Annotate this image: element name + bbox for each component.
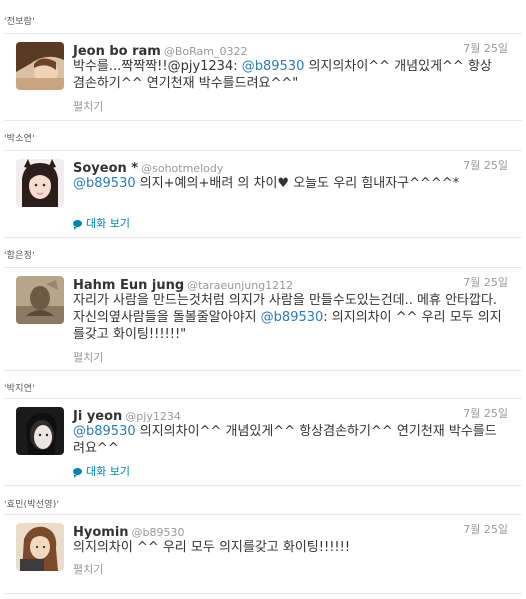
view-conversation-link[interactable]: 대화 보기	[73, 215, 130, 231]
profile-photo-icon	[16, 276, 64, 324]
avatar[interactable]	[16, 407, 64, 455]
tweet-text: @b89530 의지의차이^^ 개념있게^^ 항상겸손하기^^ 연기천재 박수를…	[73, 423, 503, 457]
expand-link[interactable]: 펼치기	[73, 98, 103, 114]
speech-bubble-icon	[73, 220, 82, 230]
avatar[interactable]	[16, 276, 64, 324]
tweet-card[interactable]: Hyomin @b89530 7월 25일 의지의차이 ^^ 우리 모두 의지를갖…	[4, 514, 522, 594]
profile-photo-icon	[16, 407, 64, 455]
mention-link[interactable]: @b89530	[73, 424, 136, 439]
tweet-date[interactable]: 7월 25일	[463, 157, 508, 173]
expand-link[interactable]: 펼치기	[73, 349, 103, 365]
profile-photo-icon	[16, 159, 64, 207]
tweet-date[interactable]: 7월 25일	[463, 40, 508, 56]
speech-bubble-icon	[73, 468, 82, 478]
avatar[interactable]	[16, 159, 64, 207]
mention-link[interactable]: @b89530	[242, 59, 305, 74]
view-conversation-link[interactable]: 대화 보기	[73, 463, 130, 479]
section-label-park-ji-yeon: '박지연'	[4, 384, 35, 394]
tweet-text: 박수를...짝짝짝!!@pjy1234: @b89530 의지의차이^^ 개념있…	[73, 58, 503, 92]
tweet-text-after: 의지의차이^^ 개념있게^^ 항상겸손하기^^ 연기천재 박수를드려요^^	[73, 424, 497, 456]
tweet-text-after: 의지+예의+배려 의 차이♥ 오늘도 우리 힘내자구^^^^*	[135, 176, 460, 191]
tweet-date[interactable]: 7월 25일	[463, 405, 508, 421]
profile-photo-icon	[16, 523, 64, 571]
tweet-card[interactable]: Soyeon * @sohotmelody 7월 25일 @b89530 의지+예…	[4, 150, 522, 238]
view-conversation-label: 대화 보기	[86, 217, 130, 230]
tweet-card[interactable]: Hahm Eun jung @taraeunjung1212 7월 25일 자리가…	[4, 267, 522, 371]
section-label-jeon-bo-ram: '전보람'	[4, 17, 35, 27]
tweet-date[interactable]: 7월 25일	[463, 521, 508, 537]
tweet-card[interactable]: Ji yeon @pjy1234 7월 25일 @b89530 의지의차이^^ 개…	[4, 398, 522, 486]
author-handle[interactable]: @sohotmelody	[141, 162, 223, 175]
avatar[interactable]	[16, 523, 64, 571]
mention-link[interactable]: @b89530	[261, 310, 324, 325]
author-name[interactable]: Ji yeon	[73, 409, 122, 424]
mention-link[interactable]: @b89530	[73, 176, 136, 191]
author-name[interactable]: Jeon bo ram	[73, 44, 161, 59]
author-name[interactable]: Soyeon *	[73, 161, 138, 176]
profile-photo-icon	[16, 42, 64, 90]
tweet-text: 자리가 사람을 만드는것처럼 의지가 사람을 만들수도있는건데.. 메휴 안타깝…	[73, 292, 503, 343]
section-label-park-so-yeon: '박소연'	[4, 134, 35, 144]
author-handle[interactable]: @taraeunjung1212	[187, 279, 293, 292]
tweet-text: @b89530 의지+예의+배려 의 차이♥ 오늘도 우리 힘내자구^^^^*	[73, 175, 503, 192]
author-handle[interactable]: @pjy1234	[125, 410, 181, 423]
author-handle[interactable]: @BoRam_0322	[164, 45, 248, 58]
tweet-text-before: 의지의차이 ^^ 우리 모두 의지를갖고 화이팅!!!!!!	[73, 540, 351, 555]
avatar[interactable]	[16, 42, 64, 90]
author-name[interactable]: Hyomin	[73, 525, 129, 540]
section-label-hyomin: '효민(박선영)'	[4, 500, 60, 510]
tweet-date[interactable]: 7월 25일	[463, 274, 508, 290]
tweet-card[interactable]: Jeon bo ram @BoRam_0322 7월 25일 박수를...짝짝짝!…	[4, 33, 522, 121]
view-conversation-label: 대화 보기	[86, 465, 130, 478]
tweet-text-before: 박수를...짝짝짝!!@pjy1234:	[73, 59, 242, 74]
section-label-hahm-eun-jung: '함은정'	[4, 251, 35, 261]
tweet-text: 의지의차이 ^^ 우리 모두 의지를갖고 화이팅!!!!!!	[73, 539, 503, 556]
author-handle[interactable]: @b89530	[132, 526, 185, 539]
expand-link[interactable]: 펼치기	[73, 561, 103, 577]
author-name[interactable]: Hahm Eun jung	[73, 278, 184, 293]
